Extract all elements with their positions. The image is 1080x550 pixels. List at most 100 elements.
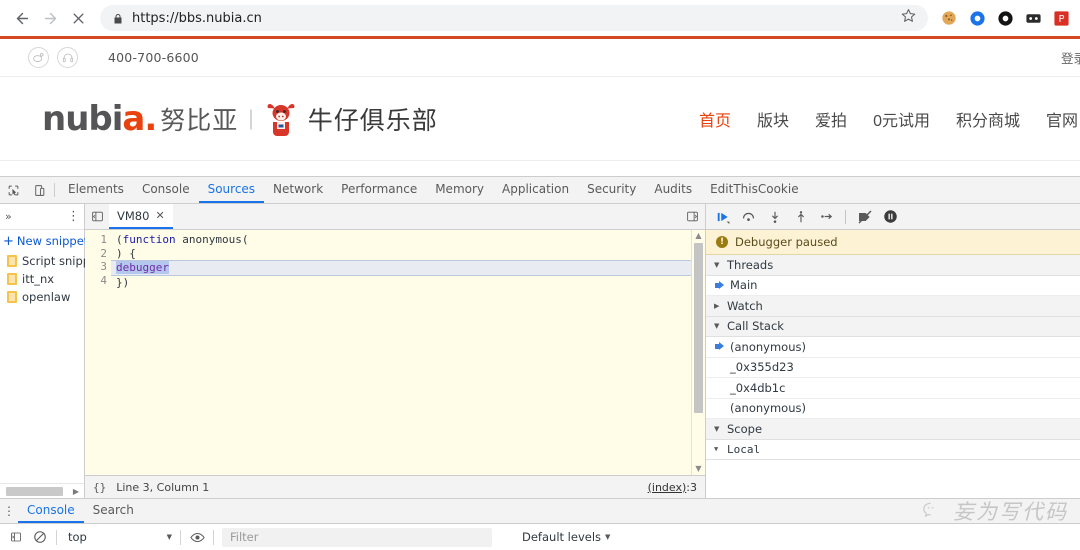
address-bar[interactable]: https://bbs.nubia.cn [100, 5, 928, 31]
scrollbar-thumb[interactable] [6, 486, 63, 496]
more-options-icon[interactable]: ⋮ [67, 210, 80, 223]
step-out-button[interactable] [792, 208, 809, 225]
login-link[interactable]: 登录 [1061, 48, 1080, 67]
tab-sources[interactable]: Sources [198, 177, 265, 203]
deactivate-breakpoints-button[interactable] [856, 208, 873, 225]
back-button[interactable] [8, 4, 36, 32]
drawer-tab-search[interactable]: Search [84, 499, 143, 523]
pause-on-exceptions-button[interactable] [882, 208, 899, 225]
call-stack-row[interactable]: (anonymous) [706, 337, 1080, 358]
show-debugger-icon[interactable] [679, 204, 705, 229]
collapse-navigator-icon[interactable]: » [2, 210, 12, 223]
tab-editthiscookie[interactable]: EditThisCookie [701, 177, 808, 203]
red-extension-icon[interactable]: P [1050, 7, 1072, 29]
site-header: nubia. 努比亚 | 牛仔俱乐部 首页 版块 爱拍 0元试用 积分商城 官网 [0, 77, 1080, 161]
club-name: 牛仔俱乐部 [307, 106, 438, 135]
nav-item-home[interactable]: 首页 [699, 107, 731, 131]
close-icon[interactable]: ✕ [155, 209, 164, 222]
nav-item-photos[interactable]: 爱拍 [815, 107, 847, 131]
tab-application[interactable]: Application [493, 177, 578, 203]
toolbar-divider [213, 529, 214, 545]
tab-console[interactable]: Console [133, 177, 199, 203]
paused-banner: ! Debugger paused [706, 230, 1080, 255]
blue-circle-extension-icon[interactable] [966, 7, 988, 29]
code-lines[interactable]: (function anonymous( ) { debugger }) [111, 230, 691, 475]
scroll-down-icon[interactable]: ▼ [695, 465, 701, 473]
device-toolbar-icon[interactable] [26, 177, 52, 203]
inspect-element-icon[interactable] [0, 177, 26, 203]
debugger-toolbar [706, 204, 1080, 230]
code-line-2[interactable]: ) { [111, 247, 691, 261]
cookie-extension-icon[interactable] [938, 7, 960, 29]
tab-network[interactable]: Network [264, 177, 332, 203]
forward-button[interactable] [36, 4, 64, 32]
code-editor[interactable]: 1 2 3 4 (function anonymous( ) { debugge… [85, 230, 705, 475]
snippet-item-openlaw[interactable]: openlaw [0, 288, 84, 306]
scope-local-label: Local [727, 442, 761, 456]
stop-loading-button[interactable] [64, 4, 92, 32]
editor-vertical-scrollbar[interactable]: ▲ ▼ [691, 230, 705, 475]
code-line-1[interactable]: (function anonymous( [111, 233, 691, 247]
lock-icon [112, 12, 124, 24]
section-watch[interactable]: ▶ Watch [706, 296, 1080, 317]
call-stack-row[interactable]: _0x355d23 [706, 357, 1080, 378]
section-threads[interactable]: ▼ Threads [706, 255, 1080, 276]
scope-local[interactable]: ▼ Local [706, 439, 1080, 460]
step-button[interactable] [818, 208, 835, 225]
site-logo[interactable]: nubia. 努比亚 | 牛仔俱乐部 [42, 101, 438, 137]
pretty-print-icon[interactable]: {} [93, 481, 106, 494]
scroll-right-icon[interactable]: ▶ [73, 487, 82, 496]
line-number: 3 [100, 260, 107, 273]
show-navigator-icon[interactable] [85, 204, 109, 229]
new-snippet-button[interactable]: + New snippet [0, 230, 88, 252]
support-phone-number: 400-700-6600 [108, 50, 199, 65]
tab-performance[interactable]: Performance [332, 177, 426, 203]
navigator-header: » ⋮ [0, 204, 84, 230]
nav-item-free-trial[interactable]: 0元试用 [873, 107, 930, 131]
chevron-down-icon: ▼ [166, 533, 172, 541]
section-call-stack[interactable]: ▼ Call Stack [706, 316, 1080, 337]
call-stack-row[interactable]: (anonymous) [706, 398, 1080, 419]
dark-panel-extension-icon[interactable] [1022, 7, 1044, 29]
navigator-horizontal-scrollbar[interactable]: ▶ [0, 483, 84, 498]
step-over-button[interactable] [740, 208, 757, 225]
live-expression-icon[interactable] [185, 526, 209, 548]
console-filter-input[interactable]: Filter [222, 527, 492, 547]
code-line-4[interactable]: }) [111, 276, 691, 290]
editor-tab-vm80[interactable]: VM80 ✕ [109, 204, 173, 229]
resume-script-button[interactable] [714, 208, 731, 225]
nav-item-points-mall[interactable]: 积分商城 [956, 107, 1020, 131]
nav-item-boards[interactable]: 版块 [757, 107, 789, 131]
execution-context-select[interactable]: top ▼ [61, 528, 176, 547]
more-tools-icon[interactable]: ⋮ [0, 499, 18, 523]
snippet-label: Script snipp [22, 254, 91, 268]
tab-memory[interactable]: Memory [426, 177, 493, 203]
call-stack-row[interactable]: _0x4db1c [706, 378, 1080, 399]
call-stack-label: _0x355d23 [730, 360, 794, 375]
log-levels-select[interactable]: Default levels ▼ [522, 530, 610, 544]
chevron-down-icon: ▼ [714, 424, 720, 433]
scroll-up-icon[interactable]: ▲ [695, 232, 701, 240]
thread-row-main[interactable]: Main [706, 275, 1080, 296]
weibo-icon[interactable] [28, 47, 49, 68]
clear-console-icon[interactable] [28, 526, 52, 548]
drawer-tab-console[interactable]: Console [18, 499, 84, 523]
snippet-item-itt-nx[interactable]: itt_nx [0, 270, 84, 288]
snippet-item-script-snippets[interactable]: Script snipp [0, 252, 90, 270]
nav-item-official-site[interactable]: 官网 [1046, 107, 1078, 131]
code-line-3-execution[interactable]: debugger [111, 260, 691, 276]
snippet-file-icon [7, 291, 17, 303]
source-origin-link[interactable]: (index):3 [648, 481, 697, 494]
current-thread-arrow-icon [715, 280, 724, 290]
section-scope[interactable]: ▼ Scope [706, 419, 1080, 440]
headset-icon[interactable] [57, 47, 78, 68]
tab-elements[interactable]: Elements [59, 177, 133, 203]
bookmark-star-icon[interactable] [901, 8, 916, 28]
tab-security[interactable]: Security [578, 177, 645, 203]
tab-audits[interactable]: Audits [645, 177, 701, 203]
console-sidebar-icon[interactable] [4, 526, 28, 548]
step-into-button[interactable] [766, 208, 783, 225]
line-number-gutter[interactable]: 1 2 3 4 [85, 230, 111, 475]
scrollbar-thumb[interactable] [694, 243, 703, 413]
black-ring-extension-icon[interactable] [994, 7, 1016, 29]
